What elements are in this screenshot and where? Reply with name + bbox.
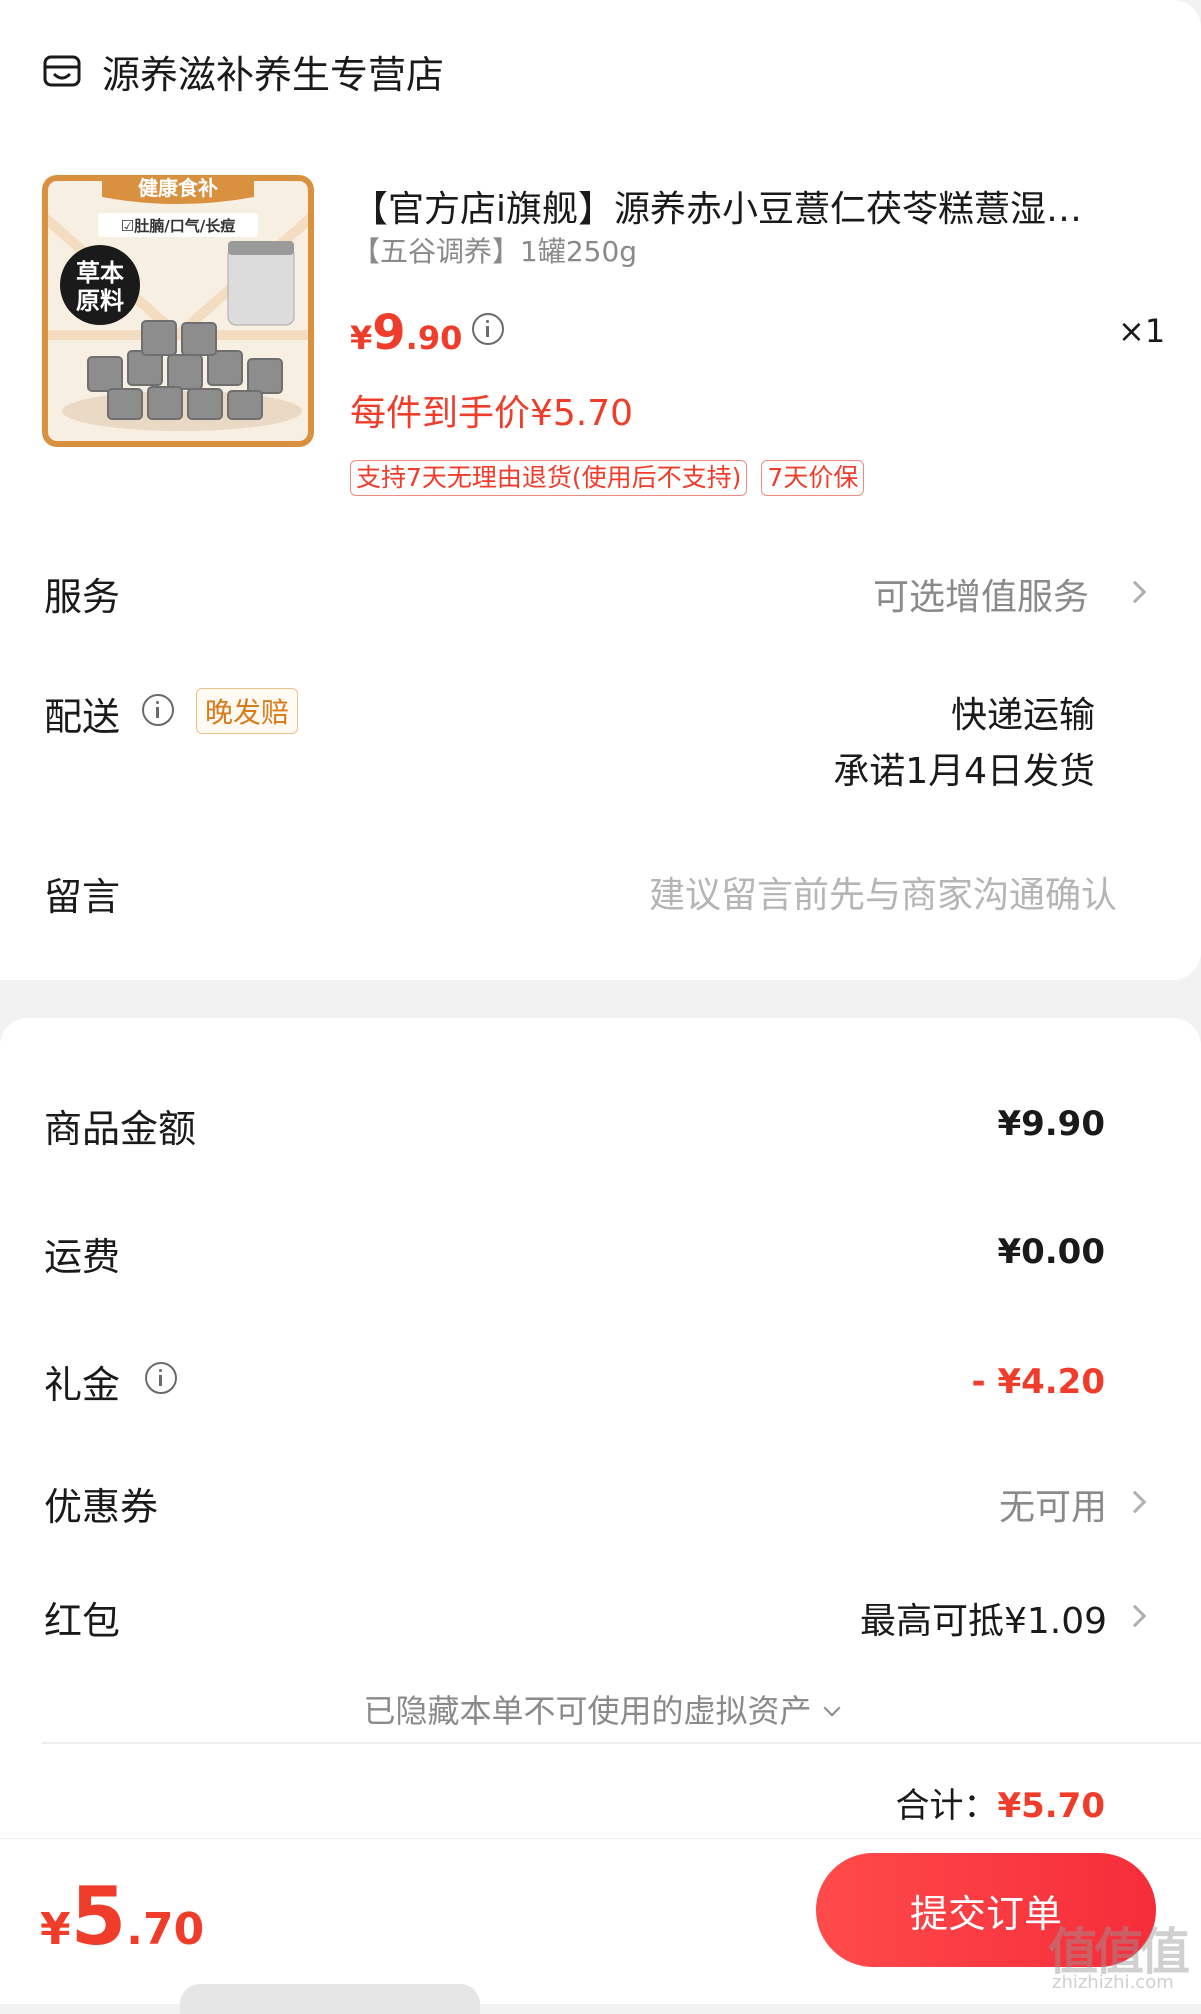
- divider: [42, 1742, 1201, 1744]
- shipping-value: ¥0.00: [997, 1232, 1105, 1272]
- delivery-label: 配送: [44, 695, 121, 739]
- delivery-method: 快递运输: [950, 695, 1095, 736]
- coupon-value: 无可用: [998, 1487, 1107, 1528]
- product-image[interactable]: 健康食补 ☑肚腩/口气/长痘 草本 原料: [42, 175, 314, 447]
- red-packet-label: 红包: [44, 1599, 121, 1643]
- shipping-label: 运费: [44, 1235, 121, 1279]
- total-row: 合计：¥5.70: [895, 1778, 1105, 1827]
- store-icon: [43, 55, 81, 86]
- price-symbol: ¥: [350, 319, 373, 357]
- service-value: 可选增值服务: [872, 577, 1089, 618]
- product-tags: 支持7天无理由退货(使用后不支持) 7天价保: [350, 460, 865, 496]
- home-indicator[interactable]: [180, 1984, 480, 2014]
- coupon-label: 优惠券: [44, 1485, 159, 1529]
- thumb-badge-line1: 草本: [76, 259, 124, 287]
- message-label: 留言: [44, 875, 121, 919]
- total-label: 合计：: [895, 1786, 998, 1826]
- product-spec: 【五谷调养】1罐250g: [352, 235, 638, 268]
- service-label: 服务: [44, 575, 121, 619]
- product-price: ¥ 9 .90: [350, 305, 462, 361]
- gift-info-icon[interactable]: [145, 1362, 177, 1394]
- product-title[interactable]: 【官方店i旗舰】源养赤小豆薏仁茯苓糕薏湿…: [352, 180, 1152, 232]
- goods-amount-label: 商品金额: [44, 1107, 197, 1151]
- bottom-total-price: ¥ 5 .70: [40, 1870, 204, 1963]
- chevron-right-icon: [1123, 580, 1147, 604]
- store-name: 源养滋补养生专营店: [102, 53, 445, 97]
- chevron-down-icon: [823, 1699, 840, 1717]
- return-policy-tag: 支持7天无理由退货(使用后不支持): [350, 460, 748, 496]
- thumb-subtitle: ☑肚腩/口气/长痘: [121, 217, 235, 235]
- gift-money-label: 礼金: [44, 1363, 121, 1407]
- product-quantity: ×1: [1118, 312, 1166, 350]
- hidden-assets-text: 已隐藏本单不可使用的虚拟资产: [363, 1692, 812, 1730]
- message-input[interactable]: 建议留言前先与商家沟通确认: [649, 866, 1117, 918]
- hidden-assets-toggle[interactable]: 已隐藏本单不可使用的虚拟资产: [0, 1686, 1201, 1732]
- final-price-per-item: 每件到手价¥5.70: [350, 393, 634, 434]
- price-integer: 9: [372, 305, 406, 361]
- order-item-card: 源养滋补养生专营店 健康食补 ☑肚腩/口气/长痘 草本 原料 【官方店i旗舰】源…: [0, 0, 1201, 980]
- delivery-info-icon[interactable]: [142, 694, 174, 726]
- bottom-price-decimal: .70: [126, 1904, 205, 1955]
- goods-amount-value: ¥9.90: [997, 1104, 1105, 1144]
- gift-money-value: - ¥4.20: [971, 1362, 1106, 1402]
- watermark-url: zhizhizhi.com: [1052, 1972, 1174, 1993]
- store-header[interactable]: 源养滋补养生专营店: [42, 44, 444, 99]
- delivery-promise: 承诺1月4日发货: [833, 751, 1095, 792]
- thumb-banner: 健康食补: [138, 176, 218, 200]
- bottom-price-symbol: ¥: [40, 1904, 71, 1955]
- total-value: ¥5.70: [997, 1786, 1105, 1826]
- price-protection-tag: 7天价保: [761, 460, 865, 496]
- product-image-art: 健康食补 ☑肚腩/口气/长痘 草本 原料: [42, 175, 314, 447]
- late-shipment-compensation-badge: 晚发赔: [196, 688, 299, 734]
- red-packet-value: 最高可抵¥1.09: [859, 1601, 1107, 1642]
- price-info-icon[interactable]: [472, 313, 504, 345]
- bottom-price-integer: 5: [70, 1870, 127, 1963]
- thumb-badge-line2: 原料: [76, 287, 124, 315]
- price-decimal: .90: [405, 319, 463, 357]
